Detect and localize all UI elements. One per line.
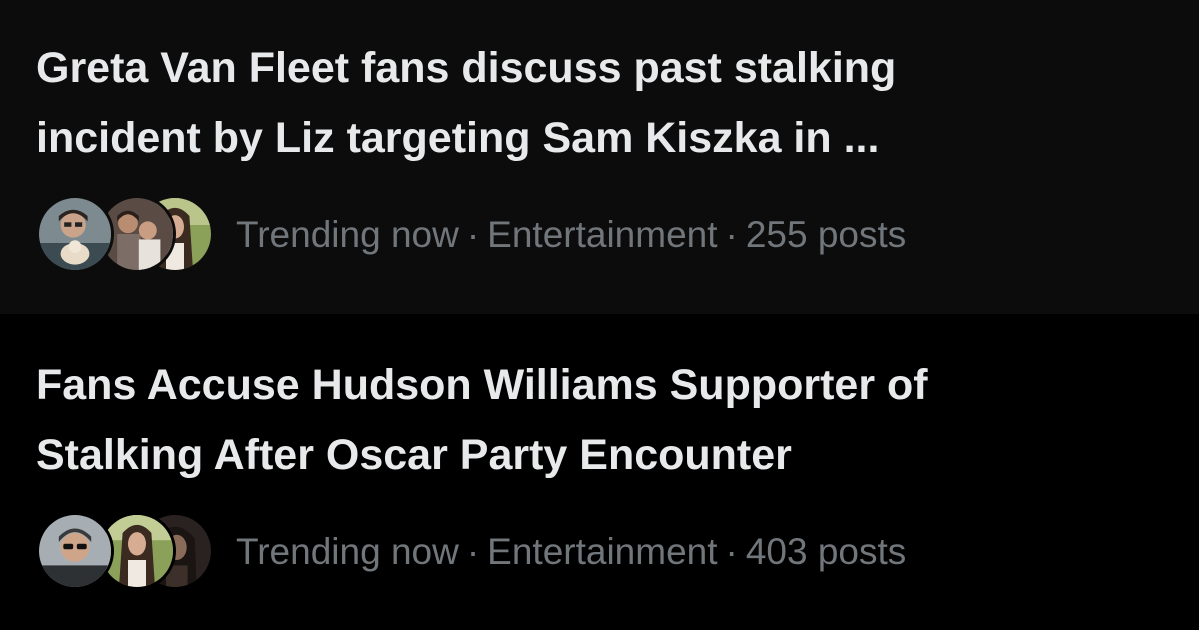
trend-headline[interactable]: Fans Accuse Hudson Williams Supporter of… xyxy=(36,314,1199,490)
separator-dot: · xyxy=(466,531,480,572)
headline-line-1: Greta Van Fleet fans discuss past stalki… xyxy=(36,44,897,92)
trend-meta-text: Trending now · Entertainment · 255 posts xyxy=(236,215,906,255)
trend-card[interactable]: Fans Accuse Hudson Williams Supporter of… xyxy=(0,314,1199,630)
trend-headline[interactable]: Greta Van Fleet fans discuss past stalki… xyxy=(36,0,1199,173)
man-with-sunglasses-avatar xyxy=(36,512,114,590)
separator-dot: · xyxy=(725,531,738,572)
trend-meta: Trending now · Entertainment · 403 posts xyxy=(36,512,1199,592)
trend-category: Entertainment xyxy=(487,214,718,255)
headline-line-1: Fans Accuse Hudson Williams Supporter of xyxy=(36,361,928,409)
separator-dot: · xyxy=(725,214,738,255)
trending-feed: Greta Van Fleet fans discuss past stalki… xyxy=(0,0,1199,630)
avatar-stack xyxy=(36,512,214,592)
trend-post-count: 255 posts xyxy=(745,214,907,255)
trend-card[interactable]: Greta Van Fleet fans discuss past stalki… xyxy=(0,0,1199,314)
trend-meta-text: Trending now · Entertainment · 403 posts xyxy=(236,532,906,572)
trend-status: Trending now xyxy=(236,214,459,255)
trend-category: Entertainment xyxy=(487,531,718,572)
trend-meta: Trending now · Entertainment · 255 posts xyxy=(36,195,1199,275)
avatar-stack xyxy=(36,195,214,275)
person-with-dog-avatar xyxy=(36,195,114,273)
trend-post-count: 403 posts xyxy=(745,531,907,572)
headline-line-2: incident by Liz targeting Sam Kiszka in … xyxy=(36,114,880,162)
trend-status: Trending now xyxy=(236,531,459,572)
separator-dot: · xyxy=(466,214,480,255)
headline-line-2: Stalking After Oscar Party Encounter xyxy=(36,431,792,479)
